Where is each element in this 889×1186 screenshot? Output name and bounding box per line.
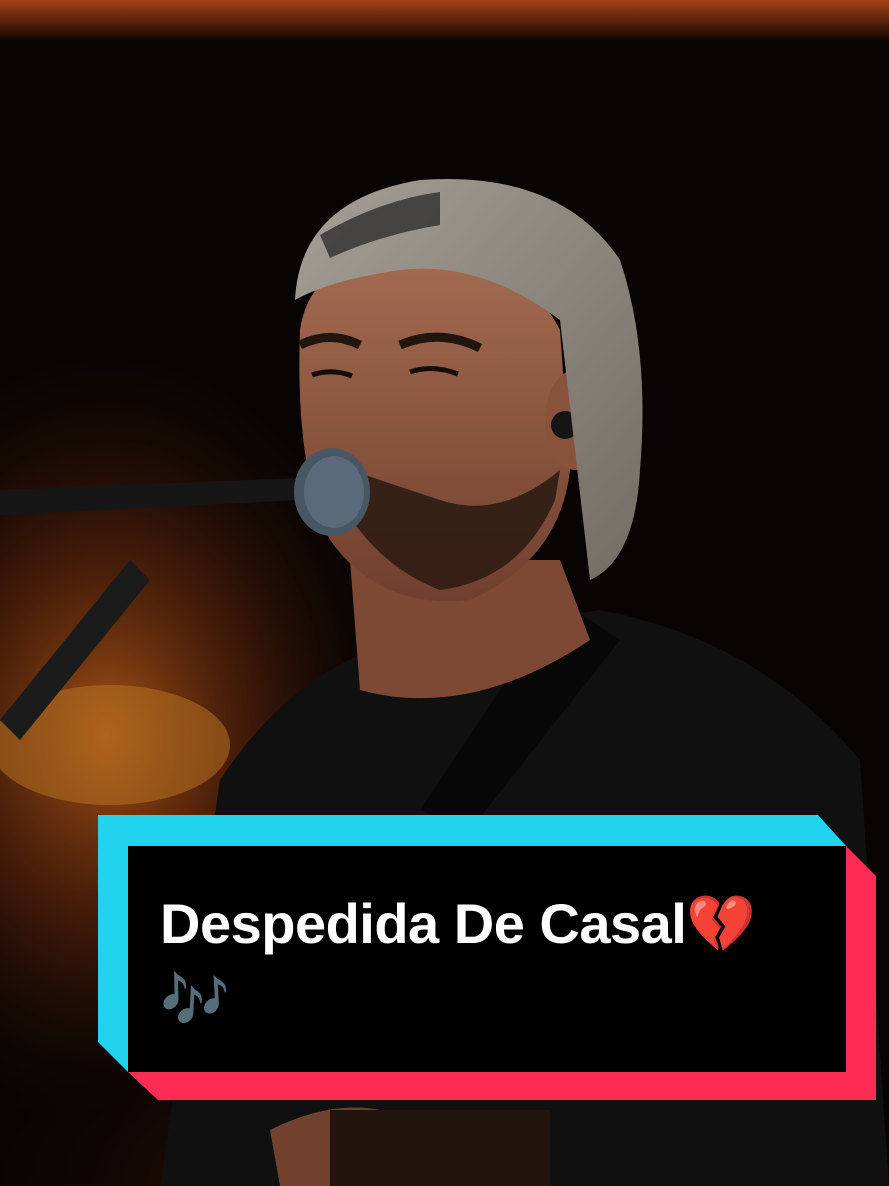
caption-title: Despedida De Casal💔🎶	[160, 892, 756, 1031]
